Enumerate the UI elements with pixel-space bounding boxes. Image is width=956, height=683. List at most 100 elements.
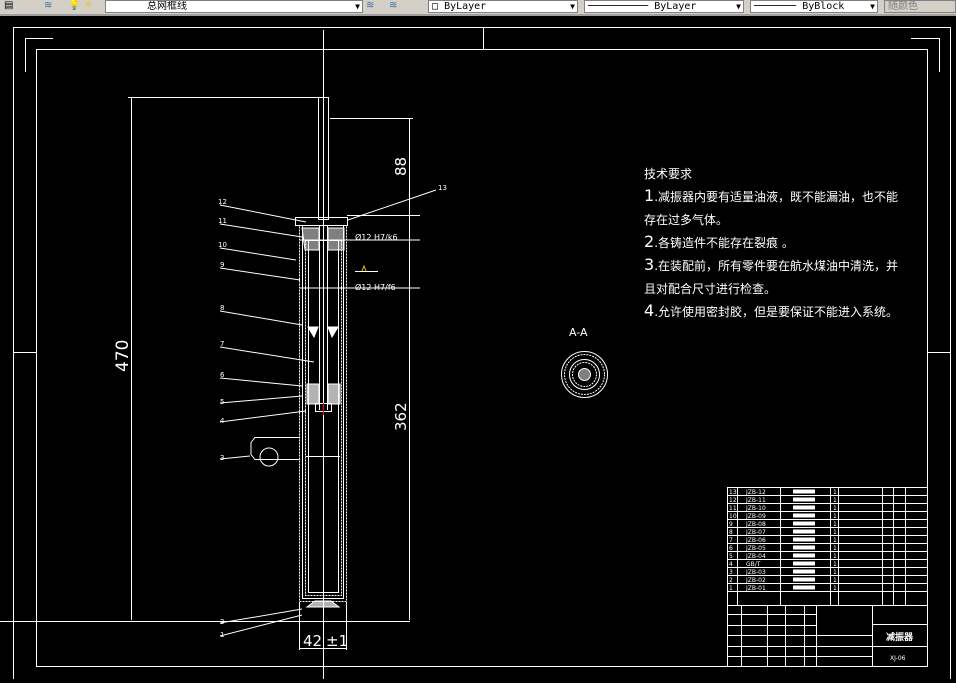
section-label: A-A bbox=[569, 326, 588, 339]
line-sample-icon: ────────── bbox=[588, 1, 649, 12]
plot-style-dropdown[interactable]: 随颜色 bbox=[884, 0, 956, 13]
drawing-title: 减振器 bbox=[886, 631, 914, 643]
balloon-8: 8 bbox=[220, 304, 224, 312]
color-dropdown[interactable]: □ ByLayer ▼ bbox=[428, 0, 578, 13]
layer-dropdown[interactable]: 总网框线 ▼ bbox=[105, 0, 363, 13]
balloon-10: 10 bbox=[218, 241, 227, 249]
parts-code: JZB-07 bbox=[745, 529, 766, 536]
parts-code: JZB-04 bbox=[745, 553, 766, 560]
color-value: ByLayer bbox=[444, 1, 487, 12]
lineweight-value: ByBlock bbox=[802, 1, 845, 12]
parts-qty: 1 bbox=[833, 569, 837, 576]
linetype-dropdown[interactable]: ────────── ByLayer ▼ bbox=[584, 0, 744, 13]
dimensions bbox=[0, 97, 420, 650]
layer-on-icon[interactable]: 💡 bbox=[68, 0, 80, 12]
parts-qty: 1 bbox=[833, 545, 837, 552]
balloon-7: 7 bbox=[220, 340, 224, 348]
parts-qty: 1 bbox=[833, 577, 837, 584]
parts-no: 8 bbox=[729, 529, 733, 536]
parts-qty: 1 bbox=[833, 505, 837, 512]
parts-name-block bbox=[793, 545, 815, 550]
tech-item-text: .各铸造件不能存在裂痕 。 bbox=[654, 236, 794, 250]
balloon-6: 6 bbox=[220, 371, 225, 379]
tech-item-number: 2 bbox=[644, 232, 655, 251]
chevron-down-icon: ▼ bbox=[736, 2, 741, 11]
dim-diameter-42: 42 bbox=[303, 632, 322, 650]
parts-name-block bbox=[793, 577, 815, 582]
dim-tolerance: ±1 bbox=[326, 632, 348, 650]
balloon-5: 5 bbox=[220, 398, 224, 406]
parts-code: JZB-05 bbox=[745, 545, 766, 552]
chevron-down-icon: ▼ bbox=[570, 2, 575, 11]
inner-frame bbox=[36, 49, 928, 667]
balloon-1: 1 bbox=[220, 631, 224, 639]
tech-item: 4.允许使用密封胶，但是要保证不能进入系统。 bbox=[644, 300, 898, 323]
parts-no: 12 bbox=[729, 497, 737, 504]
parts-qty: 1 bbox=[833, 561, 837, 568]
layer-states-icon[interactable]: ≋ bbox=[44, 0, 52, 12]
layer-name: 总网框线 bbox=[147, 1, 187, 12]
color-swatch-icon: □ bbox=[432, 1, 439, 12]
tech-item-text: .在装配前，所有零件要在航水煤油中清洗，并 bbox=[654, 259, 899, 273]
parts-name-block bbox=[793, 553, 815, 558]
parts-name-block bbox=[793, 505, 815, 510]
parts-name-block bbox=[793, 561, 815, 566]
parts-no: 7 bbox=[729, 537, 733, 544]
parts-name-block bbox=[793, 497, 815, 502]
layer-manager-icon[interactable]: ▤ bbox=[4, 0, 13, 12]
section-a-a-view bbox=[561, 351, 608, 398]
tech-item-text: 存在过多气体。 bbox=[644, 213, 729, 227]
tech-item-text: .允许使用密封胶，但是要保证不能进入系统。 bbox=[654, 305, 899, 319]
tech-item: 存在过多气体。 bbox=[644, 208, 898, 231]
lineweight-dropdown[interactable]: ─────── ByBlock ▼ bbox=[750, 0, 878, 13]
parts-code: JZB-09 bbox=[745, 513, 766, 520]
center-mark bbox=[130, 49, 484, 103]
parts-qty: 1 bbox=[833, 585, 837, 592]
balloon-9: 9 bbox=[220, 261, 224, 269]
parts-code: GB/T bbox=[746, 561, 761, 568]
parts-code: JZB-06 bbox=[745, 537, 766, 544]
drawing-svg: 470 88 362 42 ±1 Ø12 H7/k6 Ø12 H7/f6 1 2… bbox=[0, 27, 951, 679]
tech-item-number: 1 bbox=[644, 186, 655, 205]
parts-code: JZB-03 bbox=[745, 569, 766, 576]
parts-qty: 1 bbox=[833, 529, 837, 536]
tech-item: 且对配合尺寸进行检查。 bbox=[644, 277, 898, 300]
layer-previous-icon[interactable]: ≋ bbox=[389, 0, 397, 12]
balloon-3: 3 bbox=[220, 454, 224, 462]
tech-title: 技术要求 bbox=[644, 167, 693, 181]
parts-no: 1 bbox=[729, 585, 733, 592]
parts-no: 6 bbox=[729, 545, 733, 552]
parts-name-block bbox=[793, 489, 815, 494]
parts-no: 11 bbox=[729, 505, 737, 512]
parts-no: 13 bbox=[729, 489, 737, 496]
parts-code: JZB-01 bbox=[745, 585, 766, 592]
datum-a-symbol bbox=[361, 264, 367, 272]
tech-item-text: 且对配合尺寸进行检查。 bbox=[644, 282, 777, 296]
drawing-number: XJ-06 bbox=[890, 655, 906, 662]
parts-code: JZB-10 bbox=[745, 505, 766, 512]
parts-no: 2 bbox=[729, 577, 733, 584]
drawing-canvas[interactable]: 470 88 362 42 ±1 Ø12 H7/k6 Ø12 H7/f6 1 2… bbox=[0, 16, 956, 679]
balloon-2: 2 bbox=[220, 618, 224, 626]
dim-top-88: 88 bbox=[392, 157, 410, 176]
parts-no: 10 bbox=[729, 513, 737, 520]
parts-qty: 1 bbox=[833, 497, 837, 504]
parts-code: JZB-11 bbox=[745, 497, 766, 504]
balloon-4: 4 bbox=[220, 417, 225, 425]
parts-no: 4 bbox=[729, 561, 733, 568]
parts-qty: 1 bbox=[833, 553, 837, 560]
linetype-value: ByLayer bbox=[654, 1, 697, 12]
line-sample-icon: ─────── bbox=[754, 1, 797, 12]
tech-item: 1.减振器内要有适量油液，既不能漏油，也不能 bbox=[644, 185, 898, 208]
parts-name-block bbox=[793, 513, 815, 518]
balloon-13: 13 bbox=[438, 184, 447, 192]
chevron-down-icon: ▼ bbox=[355, 2, 360, 11]
properties-toolbar: ▤ ≋ 💡 ☼ 总网框线 ▼ ≋ ≋ □ ByLayer ▼ ─────────… bbox=[0, 0, 956, 16]
plot-style-value: 随颜色 bbox=[888, 1, 918, 12]
parts-code: JZB-12 bbox=[745, 489, 766, 496]
parts-name-block bbox=[793, 537, 815, 542]
make-current-layer-icon[interactable]: ≋ bbox=[366, 0, 374, 12]
layer-freeze-icon[interactable]: ☼ bbox=[84, 0, 93, 12]
tech-item-number: 3 bbox=[644, 255, 655, 274]
parts-name-block bbox=[793, 529, 815, 534]
